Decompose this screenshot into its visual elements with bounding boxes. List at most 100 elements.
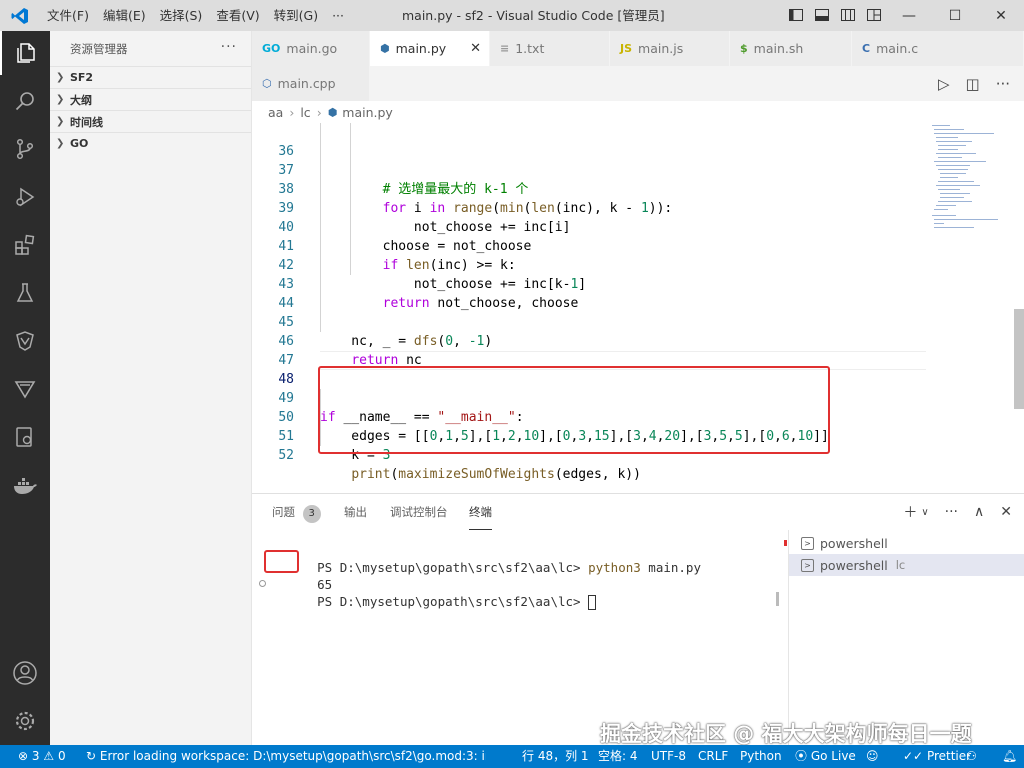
terminal-output[interactable]: PS D:\mysetup\gopath\src\sf2\aa\lc> pyth…	[252, 538, 788, 738]
tab-problems[interactable]: 问题 3	[272, 494, 321, 530]
close-panel-icon[interactable]: ✕	[1000, 504, 1012, 520]
menu-file[interactable]: 文件(F)	[40, 0, 96, 31]
breadcrumb-item[interactable]: lc	[300, 105, 310, 120]
terminal-cwd: lc	[895, 558, 906, 572]
terminal-line: PS D:\mysetup\gopath\src\sf2\aa\lc> pyth…	[272, 542, 701, 575]
close-window-button[interactable]: ✕	[978, 0, 1024, 31]
new-terminal-icon[interactable]: ＋	[903, 502, 917, 522]
editor-scrollbar[interactable]	[1014, 309, 1024, 409]
cpp-file-icon: ⬡	[262, 77, 272, 90]
terminal-marker	[784, 540, 787, 546]
status-bar: ⊗ 3 ⚠ 0 ↻ Error loading workspace: D:\my…	[0, 745, 1024, 768]
toggle-secondary-sidebar-icon[interactable]	[840, 7, 856, 23]
tab-main-c[interactable]: C main.c	[852, 31, 1024, 66]
toggle-primary-sidebar-icon[interactable]	[788, 7, 804, 23]
eol-status[interactable]: CRLF	[698, 745, 728, 768]
account-icon[interactable]	[0, 651, 50, 695]
remote-window-icon[interactable]	[0, 415, 50, 459]
search-icon[interactable]	[0, 79, 50, 123]
section-outline[interactable]: ❯ 大纲	[50, 88, 251, 110]
error-icon: ⊗	[18, 749, 29, 763]
editor-tabs: GO main.go ⬢ main.py ✕ ≡ 1.txt JS main.j…	[252, 31, 1024, 101]
close-tab-icon[interactable]: ✕	[470, 41, 481, 56]
chevron-down-icon[interactable]: ∨	[921, 507, 928, 518]
tab-main-cpp[interactable]: ⬡ main.cpp	[252, 66, 370, 101]
panel-more-icon[interactable]: ···	[945, 504, 958, 520]
tab-terminal[interactable]: 终端	[469, 494, 492, 530]
split-editor-icon[interactable]: ◫	[966, 75, 980, 93]
copilot-icon[interactable]: ☺	[866, 745, 879, 768]
testing-icon[interactable]	[0, 271, 50, 315]
settings-gear-icon[interactable]	[0, 699, 50, 743]
explorer-icon[interactable]	[0, 31, 50, 75]
code-line: 43 return not_choose, choose	[252, 256, 932, 311]
problems-status[interactable]: ⊗ 3 ⚠ 0	[18, 745, 66, 768]
run-debug-icon[interactable]	[0, 175, 50, 219]
prettier-status[interactable]: ✓✓ Prettier	[903, 745, 971, 768]
warning-count: 0	[57, 749, 66, 763]
tab-label: 问题	[272, 505, 295, 519]
terminal-item[interactable]: > powershell lc	[789, 554, 1024, 576]
python-file-icon: ⬢	[327, 105, 338, 119]
toggle-panel-icon[interactable]	[814, 7, 830, 23]
c-file-icon: C	[862, 42, 871, 55]
tab-main-js[interactable]: JS main.js	[610, 31, 730, 66]
remote-explorer-icon[interactable]	[0, 319, 50, 363]
workspace-error-status[interactable]: ↻ Error loading workspace: D:\mysetup\go…	[86, 745, 486, 768]
language-mode[interactable]: Python	[740, 745, 782, 768]
breadcrumb-item[interactable]: aa	[268, 105, 283, 120]
chevron-right-icon: ❯	[56, 116, 65, 127]
notifications-bell-icon[interactable]: 🔔︎	[1002, 745, 1017, 768]
minimize-button[interactable]: —	[886, 0, 932, 31]
line-number: 52	[278, 448, 294, 463]
go-file-icon: GO	[262, 42, 281, 55]
terminal-item[interactable]: > powershell	[789, 532, 1024, 554]
menu-selection[interactable]: 选择(S)	[153, 0, 210, 31]
section-label: GO	[70, 137, 89, 150]
section-go[interactable]: ❯ GO	[50, 132, 251, 154]
menu-view[interactable]: 查看(V)	[209, 0, 266, 31]
minimap[interactable]	[932, 123, 1012, 243]
docker-icon[interactable]	[0, 463, 50, 507]
run-file-icon[interactable]: ▷	[938, 75, 950, 93]
tab-main-sh[interactable]: $ main.sh	[730, 31, 852, 66]
title-bar: 文件(F) 编辑(E) 选择(S) 查看(V) 转到(G) ··· main.p…	[0, 0, 1024, 31]
extensions-icon[interactable]	[0, 223, 50, 267]
indentation-status[interactable]: 空格: 4	[598, 745, 638, 768]
menu-go[interactable]: 转到(G)	[267, 0, 325, 31]
customize-layout-icon[interactable]	[866, 7, 882, 23]
terminal-scrollbar[interactable]	[776, 592, 779, 606]
tab-main-py[interactable]: ⬢ main.py ✕	[370, 31, 490, 66]
tab-label: 终端	[469, 505, 492, 519]
code-editor[interactable]: 36 37 # 选增量最大的 k-1 个 38 for i in range(m…	[252, 123, 1024, 493]
menu-more[interactable]: ···	[325, 0, 351, 31]
source-control-icon[interactable]	[0, 127, 50, 171]
code-line: 36	[252, 123, 932, 159]
chevron-right-icon: ❯	[56, 94, 65, 105]
terminal-list: > powershell > powershell lc	[788, 530, 1024, 746]
section-sf2[interactable]: ❯ SF2	[50, 66, 251, 88]
editor-more-icon[interactable]: ···	[996, 75, 1010, 93]
vim-triangle-icon[interactable]	[0, 367, 50, 411]
maximize-button[interactable]: ☐	[932, 0, 978, 31]
encoding-status[interactable]: UTF-8	[651, 745, 686, 768]
code-line: 42 not_choose += inc[k-1]	[252, 237, 932, 292]
accounts-icon[interactable]: ⚇	[966, 745, 977, 768]
go-live-status[interactable]: ⦿ Go Live	[795, 745, 856, 768]
sidebar-more-icon[interactable]: ···	[221, 39, 237, 55]
highlight-box	[264, 550, 299, 573]
tab-output[interactable]: 输出	[344, 494, 367, 530]
code-line: 40 choose = not_choose	[252, 199, 932, 254]
chevron-right-icon: ❯	[56, 138, 65, 149]
section-timeline[interactable]: ❯ 时间线	[50, 110, 251, 132]
tab-main-go[interactable]: GO main.go	[252, 31, 370, 66]
bottom-panel: 问题 3 输出 调试控制台 终端 ＋ ∨ ··· ∧ ✕ PS D:\myset…	[252, 493, 1024, 746]
sidebar-title: 资源管理器	[70, 41, 128, 56]
tab-1-txt[interactable]: ≡ 1.txt	[490, 31, 610, 66]
tab-debug-console[interactable]: 调试控制台	[390, 494, 448, 530]
cursor-position[interactable]: 行 48，列 1	[522, 745, 589, 768]
maximize-panel-icon[interactable]: ∧	[974, 504, 984, 520]
text-file-icon: ≡	[500, 42, 510, 55]
breadcrumb-item[interactable]: main.py	[342, 105, 393, 120]
menu-edit[interactable]: 编辑(E)	[96, 0, 153, 31]
